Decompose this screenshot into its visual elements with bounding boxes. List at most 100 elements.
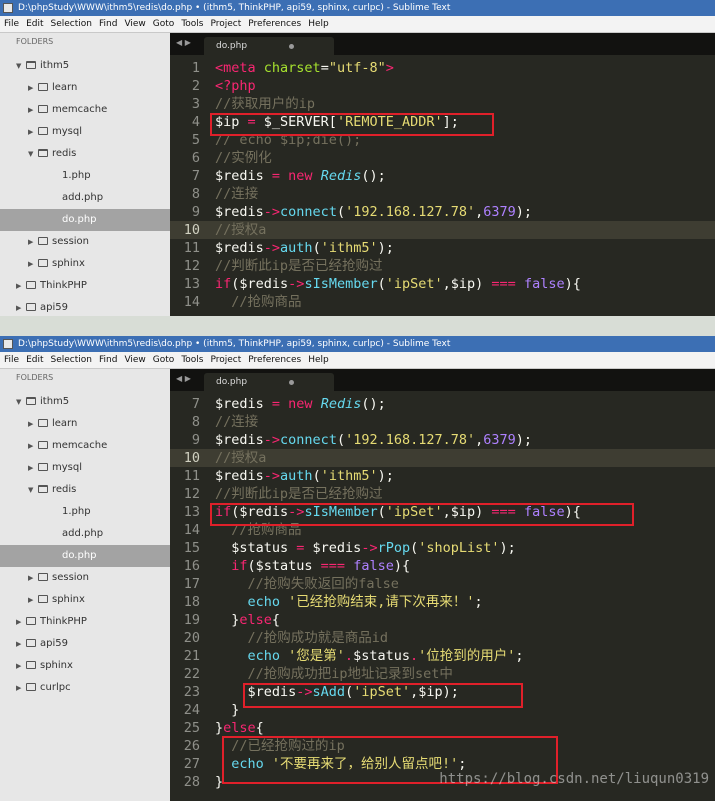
code-line[interactable]: 9 $redis->connect('192.168.127.78',6379);: [170, 431, 715, 449]
code-line[interactable]: 7 $redis = new Redis();: [170, 395, 715, 413]
code-line[interactable]: 18 echo '已经抢购结束,请下次再来！';: [170, 593, 715, 611]
menu-item-project[interactable]: Project: [210, 355, 241, 365]
menu-item-selection[interactable]: Selection: [51, 355, 92, 365]
editor-pane[interactable]: ◀ ▶ do.php 7 $redis = new Redis(); 8//连接 9 $…: [170, 369, 715, 801]
code-line[interactable]: 8 //连接: [170, 185, 715, 203]
tab-do-php[interactable]: do.php: [204, 37, 334, 55]
expanded-arrow-icon[interactable]: ▼: [28, 479, 38, 501]
collapsed-arrow-icon[interactable]: ▶: [16, 611, 26, 633]
code-line[interactable]: 1 <meta charset="utf-8">: [170, 59, 715, 77]
collapsed-arrow-icon[interactable]: ▶: [16, 677, 26, 699]
sidebar-item-api59[interactable]: ▶ api59: [0, 633, 170, 655]
menu-item-project[interactable]: Project: [210, 19, 241, 29]
collapsed-arrow-icon[interactable]: ▶: [28, 253, 38, 275]
sidebar-item-ithm5[interactable]: ▼ ithm5: [0, 55, 170, 77]
tab-do-php[interactable]: do.php: [204, 373, 334, 391]
collapsed-arrow-icon[interactable]: ▶: [16, 633, 26, 655]
sidebar-item-curlpc[interactable]: ▶ curlpc: [0, 677, 170, 699]
sidebar-item-sphinx[interactable]: ▶ sphinx: [0, 589, 170, 611]
sidebar-item-learn[interactable]: ▶ learn: [0, 77, 170, 99]
unsaved-dot-icon[interactable]: [289, 44, 294, 49]
sidebar-item-thinkphp[interactable]: ▶ ThinkPHP: [0, 275, 170, 297]
menu-item-edit[interactable]: Edit: [26, 355, 43, 365]
menu-item-file[interactable]: File: [4, 355, 19, 365]
code-line[interactable]: 8 //连接: [170, 413, 715, 431]
menu-item-preferences[interactable]: Preferences: [248, 355, 301, 365]
code-line[interactable]: 7 $redis = new Redis();: [170, 167, 715, 185]
menu-item-view[interactable]: View: [124, 19, 145, 29]
collapsed-arrow-icon[interactable]: ▶: [28, 435, 38, 457]
code-line[interactable]: 12 //判断此ip是否已经抢购过: [170, 257, 715, 275]
collapsed-arrow-icon[interactable]: ▶: [28, 231, 38, 253]
collapsed-arrow-icon[interactable]: ▶: [16, 655, 26, 677]
menu-item-file[interactable]: File: [4, 19, 19, 29]
code-line[interactable]: 19 }else{: [170, 611, 715, 629]
menu-item-help[interactable]: Help: [308, 19, 329, 29]
expanded-arrow-icon[interactable]: ▼: [16, 391, 26, 413]
tab-nav-arrows-icon[interactable]: ◀ ▶: [176, 374, 191, 383]
sidebar-item-do-php[interactable]: do.php: [0, 209, 170, 231]
code-line[interactable]: 9 $redis->connect('192.168.127.78',6379);: [170, 203, 715, 221]
menu-item-tools[interactable]: Tools: [181, 355, 203, 365]
code-line[interactable]: 3 //获取用户的ip: [170, 95, 715, 113]
sidebar-item-session[interactable]: ▶ session: [0, 231, 170, 253]
collapsed-arrow-icon[interactable]: ▶: [28, 567, 38, 589]
tab-nav-arrows-icon[interactable]: ◀ ▶: [176, 38, 191, 47]
sidebar-item-session[interactable]: ▶ session: [0, 567, 170, 589]
expanded-arrow-icon[interactable]: ▼: [16, 55, 26, 77]
code-line[interactable]: 20 //抢购成功就是商品id: [170, 629, 715, 647]
menu-item-goto[interactable]: Goto: [153, 19, 175, 29]
sidebar-item-sphinx[interactable]: ▶ sphinx: [0, 253, 170, 275]
collapsed-arrow-icon[interactable]: ▶: [28, 457, 38, 479]
code-line[interactable]: 10 //授权a: [170, 449, 715, 467]
sidebar-item-ithm5[interactable]: ▼ ithm5: [0, 391, 170, 413]
code-line[interactable]: 15 $status = $redis->rPop('shopList');: [170, 539, 715, 557]
code-line[interactable]: 16 if($status === false){: [170, 557, 715, 575]
sidebar-item-mysql[interactable]: ▶ mysql: [0, 457, 170, 479]
expanded-arrow-icon[interactable]: ▼: [28, 143, 38, 165]
sidebar-item-redis[interactable]: ▼ redis: [0, 479, 170, 501]
sidebar-item-add-php[interactable]: add.php: [0, 523, 170, 545]
code-area[interactable]: 1 <meta charset="utf-8"> 2 <?php 3//获取用户的ip 4…: [170, 59, 715, 316]
collapsed-arrow-icon[interactable]: ▶: [28, 77, 38, 99]
sidebar-item-memcache[interactable]: ▶ memcache: [0, 99, 170, 121]
sidebar-item-mysql[interactable]: ▶ mysql: [0, 121, 170, 143]
menu-item-help[interactable]: Help: [308, 355, 329, 365]
sidebar-item-memcache[interactable]: ▶ memcache: [0, 435, 170, 457]
menu-item-selection[interactable]: Selection: [51, 19, 92, 29]
sidebar-item-do-php[interactable]: do.php: [0, 545, 170, 567]
code-line[interactable]: 17 //抢购失败返回的false: [170, 575, 715, 593]
code-line[interactable]: 14 //抢购商品: [170, 293, 715, 311]
collapsed-arrow-icon[interactable]: ▶: [28, 589, 38, 611]
sidebar-item-thinkphp[interactable]: ▶ ThinkPHP: [0, 611, 170, 633]
sidebar-item-learn[interactable]: ▶ learn: [0, 413, 170, 435]
code-line[interactable]: 11 $redis->auth('ithm5');: [170, 239, 715, 257]
unsaved-dot-icon[interactable]: [289, 380, 294, 385]
menu-item-find[interactable]: Find: [99, 19, 117, 29]
menu-item-view[interactable]: View: [124, 355, 145, 365]
menu-item-tools[interactable]: Tools: [181, 19, 203, 29]
collapsed-arrow-icon[interactable]: ▶: [28, 413, 38, 435]
sidebar-item-1-php[interactable]: 1.php: [0, 165, 170, 187]
code-line[interactable]: 11 $redis->auth('ithm5');: [170, 467, 715, 485]
collapsed-arrow-icon[interactable]: ▶: [16, 275, 26, 297]
editor-pane[interactable]: ◀ ▶ do.php 1 <meta charset="utf-8"> 2 <?php…: [170, 33, 715, 316]
collapsed-arrow-icon[interactable]: ▶: [28, 121, 38, 143]
sidebar-item-api59[interactable]: ▶ api59: [0, 297, 170, 316]
sidebar-item-1-php[interactable]: 1.php: [0, 501, 170, 523]
code-line[interactable]: 10 //授权a: [170, 221, 715, 239]
sidebar-item-sphinx[interactable]: ▶ sphinx: [0, 655, 170, 677]
menu-item-preferences[interactable]: Preferences: [248, 19, 301, 29]
code-line[interactable]: 12 //判断此ip是否已经抢购过: [170, 485, 715, 503]
code-line[interactable]: 21 echo '您是第'.$status.'位抢到的用户';: [170, 647, 715, 665]
menu-item-edit[interactable]: Edit: [26, 19, 43, 29]
code-line[interactable]: 2 <?php: [170, 77, 715, 95]
code-line[interactable]: 13 if($redis->sIsMember('ipSet',$ip) === …: [170, 275, 715, 293]
collapsed-arrow-icon[interactable]: ▶: [16, 297, 26, 316]
code-line[interactable]: 22 //抢购成功把ip地址记录到set中: [170, 665, 715, 683]
collapsed-arrow-icon[interactable]: ▶: [28, 99, 38, 121]
code-line[interactable]: 6 //实例化: [170, 149, 715, 167]
menu-item-goto[interactable]: Goto: [153, 355, 175, 365]
sidebar-item-redis[interactable]: ▼ redis: [0, 143, 170, 165]
menu-item-find[interactable]: Find: [99, 355, 117, 365]
